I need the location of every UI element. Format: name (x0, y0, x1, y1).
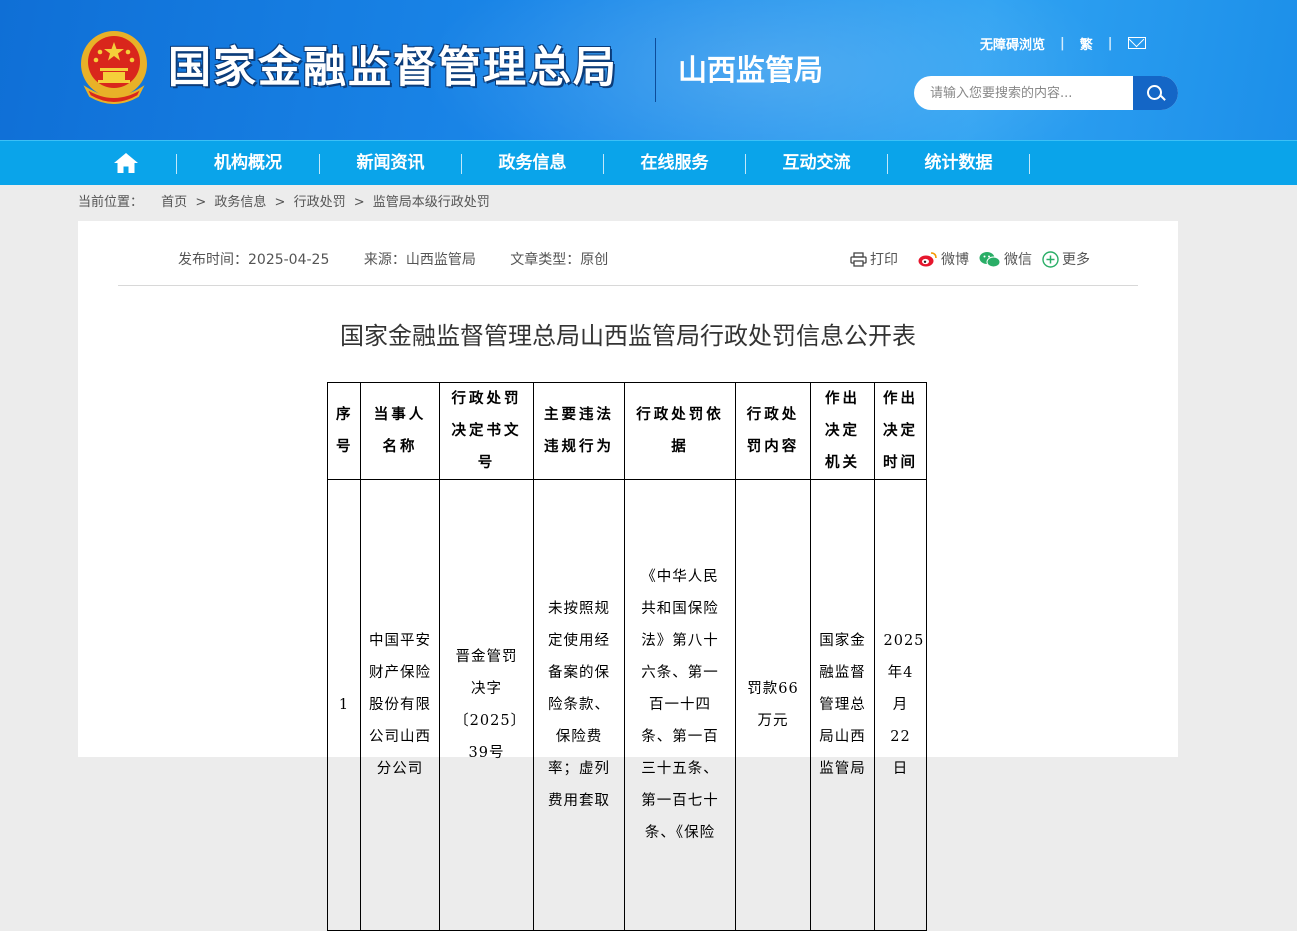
header-index: 序号 (327, 382, 361, 480)
cell-authority: 国家金融监督管理总局山西监管局 (810, 479, 875, 931)
search-icon (1147, 85, 1162, 100)
home-icon[interactable] (113, 152, 139, 174)
nav-separator (1029, 154, 1030, 174)
breadcrumb-penalty[interactable]: 行政处罚 (294, 195, 346, 210)
nav-item-government-info[interactable]: 政务信息 (462, 141, 603, 185)
article-type: 文章类型：原创 (510, 252, 609, 268)
site-title: 国家金融监督管理总局 (168, 43, 618, 93)
breadcrumb-government-info[interactable]: 政务信息 (214, 195, 266, 210)
cell-date: 2025年4月22日 (874, 479, 927, 931)
link-separator: | (1107, 35, 1113, 51)
mail-icon[interactable] (1127, 37, 1146, 49)
weixin-share-button[interactable]: 微信 (979, 249, 1032, 269)
header-basis: 行政处罚依据 (624, 382, 736, 480)
breadcrumb: 当前位置： 首页 > 政务信息 > 行政处罚 > 监管局本级行政处罚 (78, 194, 494, 212)
weibo-share-button[interactable]: 微博 (918, 249, 969, 269)
accessibility-link[interactable]: 无障碍浏览 (980, 34, 1045, 53)
link-separator: | (1060, 35, 1065, 51)
nav-item-news[interactable]: 新闻资讯 (320, 141, 461, 185)
title-divider (655, 38, 656, 102)
header-party: 当事人名称 (360, 382, 440, 480)
nav-item-about[interactable]: 机构概况 (177, 141, 319, 185)
printer-icon (850, 251, 867, 267)
share-bar: 打印 微博 微信 更多 (850, 249, 1100, 269)
header-date: 作出决定时间 (874, 382, 927, 480)
cell-penalty: 罚款66万元 (735, 479, 811, 931)
bureau-title: 山西监管局 (678, 53, 824, 87)
breadcrumb-arrow: > (353, 195, 365, 210)
wechat-icon (979, 251, 1001, 267)
breadcrumb-arrow: > (195, 195, 207, 210)
header-authority: 作出决定机关 (810, 382, 875, 480)
search-icon-handle (1160, 95, 1166, 101)
cell-basis: 《中华人民共和国保险法》第八十六条、第一百一十四条、第一百三十五条、第一百七十条… (624, 479, 736, 931)
search-input[interactable] (914, 76, 1133, 110)
weibo-icon (918, 252, 937, 267)
breadcrumb-home[interactable]: 首页 (161, 195, 187, 210)
article-source: 来源：山西监管局 (363, 252, 476, 268)
meta-divider (118, 285, 1138, 286)
plus-circle-icon (1042, 250, 1059, 268)
breadcrumb-current[interactable]: 监管局本级行政处罚 (373, 195, 490, 210)
more-share-button[interactable]: 更多 (1042, 249, 1090, 269)
site-header: 国家金融监督管理总局 山西监管局 无障碍浏览 | 繁 | (0, 0, 1297, 140)
print-button[interactable]: 打印 (850, 249, 898, 269)
weibo-label: 微博 (941, 252, 969, 268)
header-doc-no: 行政处罚决定书文号 (439, 382, 534, 480)
nav-item-statistics[interactable]: 统计数据 (888, 141, 1029, 185)
table-row: 1 中国平安财产保险股份有限公司山西分公司 晋金管罚决字〔2025〕39号 未按… (327, 479, 927, 931)
publish-time: 发布时间：2025-04-25 (178, 252, 330, 268)
nav-item-online-service[interactable]: 在线服务 (604, 141, 745, 185)
traditional-chinese-link[interactable]: 繁 (1080, 34, 1093, 53)
cell-party: 中国平安财产保险股份有限公司山西分公司 (360, 479, 440, 931)
table-header-row: 序号 当事人名称 行政处罚决定书文号 主要违法违规行为 行政处罚依据 行政处罚内… (327, 382, 927, 480)
article-title: 国家金融监督管理总局山西监管局行政处罚信息公开表 (340, 322, 916, 350)
print-label: 打印 (870, 252, 898, 268)
cell-violation: 未按照规定使用经备案的保险条款、保险费率；虚列费用套取 (533, 479, 625, 931)
article-meta: 发布时间：2025-04-25 来源：山西监管局 文章类型：原创 (178, 249, 638, 269)
more-label: 更多 (1062, 252, 1090, 268)
search-box (914, 76, 1178, 110)
header-violation: 主要违法违规行为 (533, 382, 625, 480)
nav-item-interaction[interactable]: 互动交流 (746, 141, 887, 185)
top-links: 无障碍浏览 | 繁 | (980, 33, 1146, 53)
article-panel: 发布时间：2025-04-25 来源：山西监管局 文章类型：原创 打印 微博 微… (78, 221, 1178, 931)
breadcrumb-arrow: > (274, 195, 286, 210)
penalty-table: 序号 当事人名称 行政处罚决定书文号 主要违法违规行为 行政处罚依据 行政处罚内… (327, 382, 927, 931)
national-emblem-icon (81, 31, 147, 104)
main-nav: 机构概况 新闻资讯 政务信息 在线服务 互动交流 统计数据 (0, 140, 1297, 185)
weixin-label: 微信 (1004, 252, 1032, 268)
cell-doc-no: 晋金管罚决字〔2025〕39号 (439, 479, 534, 931)
cell-index: 1 (327, 479, 361, 931)
header-penalty: 行政处罚内容 (735, 382, 811, 480)
search-button[interactable] (1133, 76, 1178, 110)
breadcrumb-label: 当前位置： (78, 195, 144, 210)
